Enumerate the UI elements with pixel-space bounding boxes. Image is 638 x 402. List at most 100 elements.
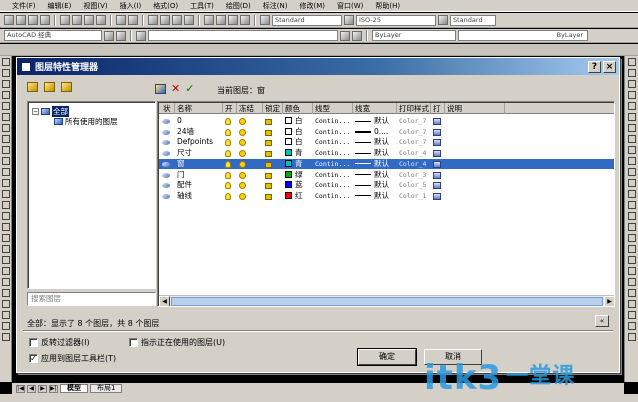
menu-item[interactable]: 标注(N) [263, 1, 288, 11]
table-row[interactable]: 24墙 白 Contin... 0.... Color_7 [159, 127, 614, 138]
tool-icon[interactable] [1, 58, 10, 66]
table-row[interactable]: 配件 蓝 Contin... 默认 Color_5 [159, 180, 614, 191]
tool-icon[interactable] [627, 223, 636, 231]
layer-name[interactable]: 门 [177, 170, 185, 179]
tool-icon[interactable] [627, 157, 636, 165]
tool-icon[interactable] [627, 289, 636, 297]
layer-name[interactable]: 24墙 [177, 127, 194, 136]
column-header[interactable]: 打 [431, 103, 445, 114]
menu-item[interactable]: 格式(O) [153, 1, 178, 11]
tool-icon[interactable] [1, 234, 10, 242]
column-header[interactable]: 状 [161, 103, 175, 114]
tool-icon[interactable] [627, 168, 636, 176]
column-header[interactable]: 打印样式 [397, 103, 431, 114]
tab-layout1[interactable]: 布局1 [90, 384, 123, 393]
unlock-icon[interactable] [265, 151, 272, 158]
column-header[interactable]: 线宽 [353, 103, 397, 114]
color-swatch[interactable] [285, 138, 292, 146]
tool-icon[interactable] [1, 157, 10, 165]
dialog-titlebar[interactable]: 图层特性管理器 ? × [17, 58, 619, 75]
tool-icon[interactable] [1, 102, 10, 110]
zoom-window-icon[interactable] [172, 15, 182, 25]
lineweight[interactable]: 默认 [374, 116, 389, 125]
tool-icon[interactable] [627, 234, 636, 242]
tool-icon[interactable] [627, 91, 636, 99]
tool-icon[interactable] [1, 311, 10, 319]
table-row[interactable]: 0 白 Contin... 默认 Color_7 [159, 116, 614, 127]
menu-item[interactable]: 窗口(W) [337, 1, 363, 11]
checkbox-box[interactable] [29, 338, 38, 347]
color-swatch[interactable] [285, 170, 292, 178]
tool-icon[interactable] [1, 278, 10, 286]
make-current-icon[interactable] [340, 30, 350, 41]
tool-icon[interactable] [627, 256, 636, 264]
tool-icon[interactable] [627, 113, 636, 121]
menu-item[interactable]: 修改(M) [299, 1, 325, 11]
dim-style-combo[interactable]: ISO-25 [356, 14, 436, 26]
on-off-bulb-icon[interactable] [225, 128, 231, 136]
lineweight[interactable]: 默认 [374, 180, 389, 189]
new-property-filter-icon[interactable] [27, 82, 38, 92]
tool-icon[interactable] [1, 168, 10, 176]
checkbox-box-checked[interactable]: ✓ [29, 354, 38, 363]
layer-combo[interactable] [148, 30, 338, 41]
tool-icon[interactable] [627, 58, 636, 66]
match-properties-icon[interactable] [96, 15, 106, 25]
cut-icon[interactable] [60, 15, 70, 25]
tool-icon[interactable] [1, 333, 10, 341]
scroll-thumb[interactable] [171, 297, 603, 306]
color-swatch[interactable] [285, 149, 292, 157]
paste-icon[interactable] [84, 15, 94, 25]
workspace-save-icon[interactable] [116, 30, 126, 41]
lineweight[interactable]: 0.... [374, 127, 388, 136]
tab-model[interactable]: 模型 [60, 384, 88, 393]
plot-printer-icon[interactable] [433, 171, 441, 179]
column-header[interactable]: 线型 [313, 103, 353, 114]
unlock-icon[interactable] [265, 129, 272, 136]
column-header[interactable]: 名称 [175, 103, 223, 114]
unlock-icon[interactable] [265, 161, 272, 168]
freeze-sun-icon[interactable] [239, 150, 246, 158]
zoom-previous-icon[interactable] [184, 15, 194, 25]
invert-filter-checkbox[interactable]: 反转过滤器(I) [29, 337, 90, 348]
new-group-filter-icon[interactable] [44, 82, 55, 92]
plot-printer-icon[interactable] [433, 118, 441, 125]
collapse-icon[interactable]: − [32, 108, 39, 115]
on-off-bulb-icon[interactable] [225, 171, 231, 179]
freeze-sun-icon[interactable] [239, 192, 246, 200]
tool-icon[interactable] [627, 190, 636, 198]
tool-icon[interactable] [627, 124, 636, 132]
color-swatch[interactable] [285, 127, 292, 135]
tool-icon[interactable] [1, 124, 10, 132]
workspace-combo[interactable]: AutoCAD 经典 [4, 30, 102, 41]
tool-icon[interactable] [1, 113, 10, 121]
table-style-combo[interactable]: Standard [450, 14, 496, 26]
column-header[interactable]: 颜色 [283, 103, 313, 114]
lineweight[interactable]: 默认 [374, 137, 389, 146]
on-off-bulb-icon[interactable] [225, 192, 231, 200]
workspace-settings-icon[interactable] [104, 30, 114, 41]
tool-icon[interactable] [1, 256, 10, 264]
copy-icon[interactable] [72, 15, 82, 25]
lineweight[interactable]: 默认 [374, 159, 389, 168]
plot-printer-icon[interactable] [433, 160, 441, 168]
scroll-right-arrow[interactable]: ▶ [604, 296, 614, 306]
horizontal-scrollbar[interactable]: ◀ ▶ [159, 295, 614, 306]
tool-icon[interactable] [1, 223, 10, 231]
tool-icon[interactable] [627, 278, 636, 286]
freeze-sun-icon[interactable] [239, 128, 246, 136]
linetype[interactable]: Contin... [315, 181, 350, 189]
lineweight[interactable]: 默认 [374, 191, 389, 200]
tool-icon[interactable] [627, 80, 636, 88]
layer-name[interactable]: Defpoints [177, 137, 213, 146]
tool-icon[interactable] [1, 245, 10, 253]
column-header[interactable]: 锁定 [263, 103, 283, 114]
tool-icon[interactable] [1, 322, 10, 330]
tool-icon[interactable] [1, 267, 10, 275]
scroll-left-arrow[interactable]: ◀ [159, 296, 170, 306]
pan-icon[interactable] [148, 15, 158, 25]
next-tab-icon[interactable]: ▶ [38, 384, 47, 393]
tool-icon[interactable] [627, 69, 636, 77]
help-button[interactable]: ? [588, 60, 601, 73]
tool-icon[interactable] [1, 91, 10, 99]
